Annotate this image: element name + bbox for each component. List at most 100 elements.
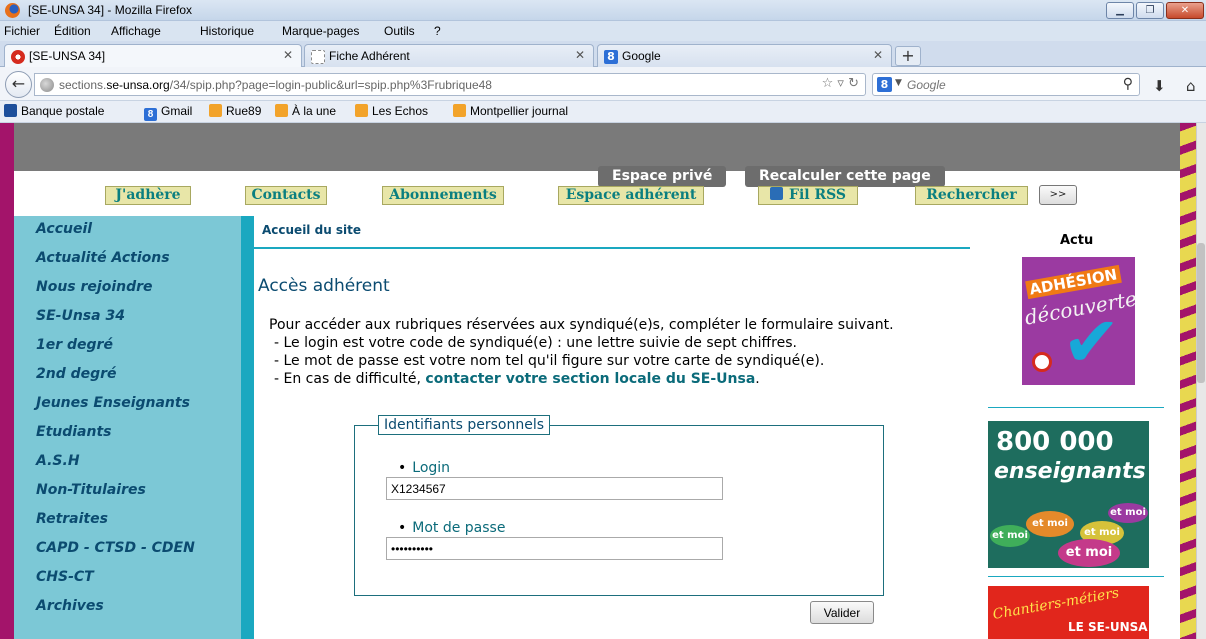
800000-enseignants-banner[interactable]: 800 000 enseignants et moi et moi et moi… [988, 421, 1149, 568]
menu-marque-pages[interactable]: Marque-pages [282, 24, 359, 38]
rss-feed-icon [770, 187, 783, 200]
sidebar-item-jeunes-enseignants[interactable]: Jeunes Enseignants [36, 395, 190, 411]
new-tab-button[interactable]: + [895, 46, 921, 66]
history-dropdown-icon[interactable]: ▿ [837, 76, 844, 91]
rss-feed-icon [355, 104, 368, 117]
password-input[interactable] [386, 537, 723, 560]
bookmark-les-echos[interactable]: Les Echos [355, 104, 428, 118]
sidebar-item-se-unsa-34[interactable]: SE-Unsa 34 [36, 308, 125, 324]
close-window-icon[interactable]: ✕ [1166, 2, 1204, 19]
close-tab-icon[interactable]: ✕ [873, 48, 883, 62]
firefox-logo-icon [5, 3, 20, 18]
download-icon[interactable]: ⬇ [1153, 77, 1166, 95]
sidebar-item-chs-ct[interactable]: CHS-CT [36, 569, 94, 585]
se-unsa-logo [1032, 352, 1052, 372]
window-titlebar: [SE-UNSA 34] - Mozilla Firefox ▁ ❐ ✕ [0, 0, 1206, 21]
espace-prive-button[interactable]: Espace privé [598, 166, 727, 187]
bookmark-gmail[interactable]: 8 Gmail [144, 104, 192, 121]
tab-google[interactable]: 8 Google ✕ [597, 44, 892, 67]
search-input[interactable] [907, 76, 1107, 93]
fieldset-legend: Identifiants personnels [378, 415, 551, 435]
intro-line: - Le mot de passe est votre nom tel qu'i… [274, 353, 825, 369]
nav-tab-fil-rss[interactable]: Fil RSS [758, 186, 858, 205]
sidebar-item-retraites[interactable]: Retraites [36, 511, 108, 527]
sidebar-item-ash[interactable]: A.S.H [36, 453, 80, 469]
sidebar-item-non-titulaires[interactable]: Non-Titulaires [36, 482, 146, 498]
bookmark-banque-postale[interactable]: Banque postale [4, 104, 104, 118]
nav-more-button[interactable]: >> [1039, 185, 1077, 205]
intro-line: Pour accéder aux rubriques réservées aux… [269, 317, 894, 333]
google-icon: 8 [144, 108, 157, 121]
rss-feed-icon [209, 104, 222, 117]
blank-page-icon [311, 50, 325, 64]
page-viewport: Espace privé Recalculer cette page J'adh… [0, 123, 1206, 639]
page-title: Accès adhérent [258, 276, 390, 296]
nav-tab-contacts[interactable]: Contacts [245, 186, 327, 205]
right-column: Actu ADHÉSION découverte ✔ 800 000 ensei… [974, 216, 1180, 639]
menu-affichage[interactable]: Affichage [111, 24, 161, 38]
sidebar-item-2nd-degre[interactable]: 2nd degré [36, 366, 117, 382]
page-left-border [0, 123, 14, 639]
scrollbar-thumb[interactable] [1197, 243, 1205, 383]
recalculer-button[interactable]: Recalculer cette page [745, 166, 945, 187]
rss-feed-icon [453, 104, 466, 117]
tab-label: [SE-UNSA 34] [29, 49, 106, 63]
sidebar-item-nous-rejoindre[interactable]: Nous rejoindre [36, 279, 153, 295]
sidebar-item-capd-ctsd-cden[interactable]: CAPD - CTSD - CDEN [36, 540, 195, 556]
bookmark-star-icon[interactable]: ☆ [822, 76, 834, 91]
search-bar[interactable]: 8 ▼ ⚲ [872, 73, 1140, 96]
sidebar-item-actualite-actions[interactable]: Actualité Actions [36, 250, 170, 266]
intro-line: - En cas de difficulté, contacter votre … [274, 371, 760, 387]
bookmark-rue89[interactable]: Rue89 [209, 104, 261, 118]
tab-label: Fiche Adhérent [329, 49, 410, 63]
menu-fichier[interactable]: Fichier [4, 24, 40, 38]
menu-historique[interactable]: Historique [200, 24, 254, 38]
checkmark-icon: ✔ [1062, 301, 1121, 383]
login-label: • Login [398, 460, 451, 476]
tab-fiche-adherent[interactable]: Fiche Adhérent ✕ [304, 44, 594, 67]
nav-tab-espace-adherent[interactable]: Espace adhérent [558, 186, 704, 205]
reload-icon[interactable]: ↻ [848, 76, 859, 91]
menu-outils[interactable]: Outils [384, 24, 415, 38]
contact-section-link[interactable]: contacter votre section locale du SE-Uns… [425, 371, 755, 387]
engine-dropdown-icon[interactable]: ▼ [895, 78, 902, 88]
bank-icon [4, 104, 17, 117]
search-icon[interactable]: ⚲ [1123, 76, 1133, 92]
vertical-scrollbar[interactable] [1196, 123, 1206, 639]
close-tab-icon[interactable]: ✕ [575, 48, 585, 62]
bookmark-a-la-une[interactable]: À la une [275, 104, 336, 118]
tab-se-unsa[interactable]: [SE-UNSA 34] ✕ [4, 44, 302, 68]
nav-tab-jadhere[interactable]: J'adhère [105, 186, 191, 205]
login-input[interactable] [386, 477, 723, 500]
actu-title: Actu [1060, 233, 1094, 248]
back-arrow-icon: ← [11, 74, 26, 93]
url-bar[interactable]: sections.se-unsa.org/34/spip.php?page=lo… [34, 73, 866, 96]
rss-feed-icon [275, 104, 288, 117]
home-icon[interactable]: ⌂ [1186, 77, 1196, 95]
sidebar-item-etudiants[interactable]: Etudiants [36, 424, 111, 440]
sidebar-item-archives[interactable]: Archives [36, 598, 104, 614]
sidebar-item-1er-degre[interactable]: 1er degré [36, 337, 113, 353]
sidebar-item-accueil[interactable]: Accueil [36, 221, 92, 237]
bookmark-montpellier-journal[interactable]: Montpellier journal [453, 104, 568, 118]
nav-tab-rechercher[interactable]: Rechercher [915, 186, 1028, 205]
close-tab-icon[interactable]: ✕ [283, 48, 293, 62]
valider-button[interactable]: Valider [810, 601, 874, 624]
back-button[interactable]: ← [5, 71, 32, 98]
adhesion-decouverte-banner[interactable]: ADHÉSION découverte ✔ [1022, 257, 1139, 385]
menu-help[interactable]: ? [434, 24, 441, 38]
nav-tab-abonnements[interactable]: Abonnements [382, 186, 504, 205]
menu-bar: Fichier Édition Affichage Historique Mar… [0, 21, 1206, 41]
restore-icon[interactable]: ❐ [1136, 2, 1164, 19]
navigation-bar: ← sections.se-unsa.org/34/spip.php?page=… [0, 67, 1206, 101]
google-engine-icon[interactable]: 8 [877, 77, 892, 92]
minimize-icon[interactable]: ▁ [1106, 2, 1134, 19]
chantiers-metiers-banner[interactable]: Chantiers-métiers LE SE-UNSA [988, 586, 1149, 639]
menu-edition[interactable]: Édition [54, 24, 91, 38]
password-label: • Mot de passe [398, 520, 506, 536]
breadcrumb[interactable]: Accueil du site [262, 223, 361, 237]
globe-icon [40, 78, 54, 92]
tab-bar: [SE-UNSA 34] ✕ Fiche Adhérent ✕ 8 Google… [0, 41, 1206, 68]
url-tools: ☆ ▿ ↻ [822, 76, 859, 91]
main-content: Accueil du site Accès adhérent Pour accé… [254, 216, 974, 639]
